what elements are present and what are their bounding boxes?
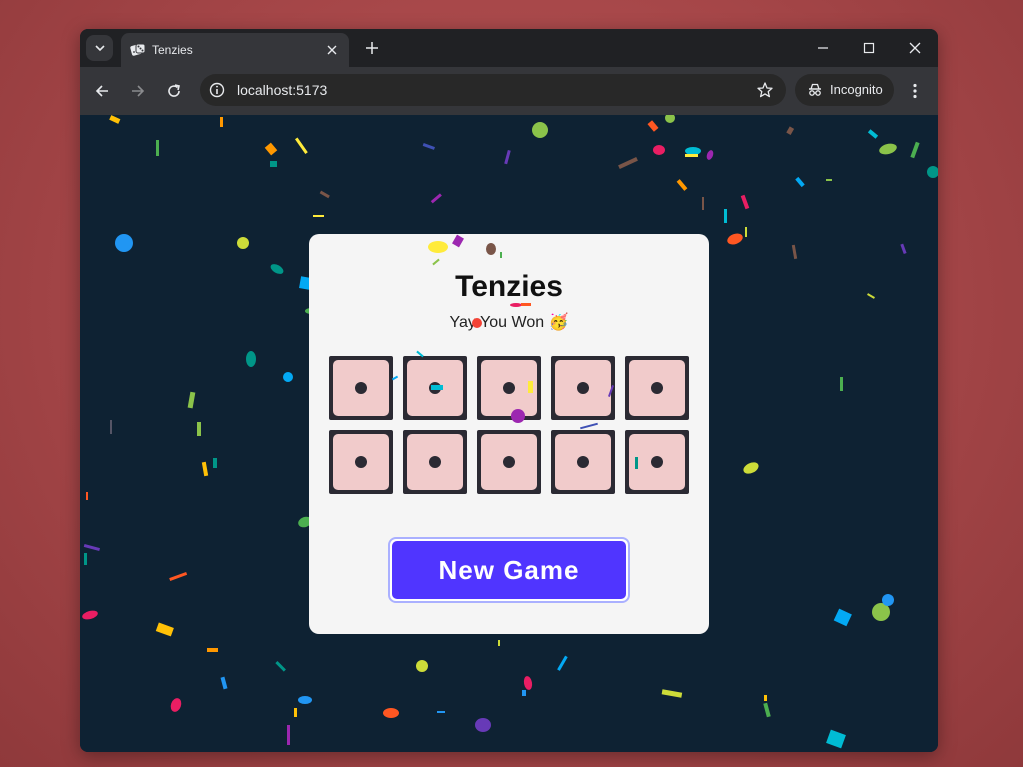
browser-menu-button[interactable] [905, 79, 925, 103]
die-7[interactable] [403, 430, 467, 494]
plus-icon [366, 42, 378, 54]
die-face [555, 434, 611, 490]
die-face [333, 434, 389, 490]
game-card: Tenzies Yay You Won 🥳 New Game [309, 234, 709, 634]
arrow-left-icon [95, 85, 108, 97]
browser-window: Tenzies localhost:5173 Incognito Tenzies… [80, 29, 938, 752]
die-face [481, 434, 537, 490]
die-pip [503, 456, 515, 468]
die-pip [503, 382, 515, 394]
dice-icon [130, 43, 146, 56]
tab-tenzies[interactable]: Tenzies [121, 33, 349, 67]
die-3[interactable] [477, 356, 541, 420]
die-pip [355, 456, 367, 468]
back-button[interactable] [90, 79, 114, 103]
maximize-icon [863, 42, 875, 54]
die-pip [577, 382, 589, 394]
new-game-label[interactable]: New Game [392, 541, 626, 599]
die-5[interactable] [625, 356, 689, 420]
minimize-button[interactable] [800, 29, 846, 67]
die-1[interactable] [329, 356, 393, 420]
tab-strip: Tenzies [80, 29, 938, 67]
tab-search-button[interactable] [86, 35, 113, 61]
chevron-down-icon [94, 45, 105, 52]
die-pip [577, 456, 589, 468]
maximize-button[interactable] [846, 29, 892, 67]
arrow-right-icon [132, 85, 145, 97]
tab-title: Tenzies [152, 43, 193, 57]
die-face [407, 360, 463, 416]
close-icon [909, 42, 921, 54]
new-tab-button[interactable] [362, 38, 382, 58]
incognito-label: Incognito [830, 82, 883, 97]
minimize-icon [818, 47, 828, 49]
die-2[interactable] [403, 356, 467, 420]
win-message: Yay You Won 🥳 [449, 314, 569, 331]
forward-button[interactable] [126, 79, 150, 103]
die-pip [429, 382, 441, 394]
die-8[interactable] [477, 430, 541, 494]
die-face [407, 434, 463, 490]
die-4[interactable] [551, 356, 615, 420]
die-pip [651, 382, 663, 394]
die-pip [651, 456, 663, 468]
die-face [629, 434, 685, 490]
site-info-icon[interactable] [208, 81, 226, 99]
game-title: Tenzies [455, 270, 563, 303]
die-pip [429, 456, 441, 468]
reload-button[interactable] [162, 79, 186, 103]
incognito-icon [809, 83, 821, 96]
die-face [629, 360, 685, 416]
tab-close-icon[interactable] [323, 41, 341, 59]
die-face [481, 360, 537, 416]
die-pip [355, 382, 367, 394]
die-10[interactable] [625, 430, 689, 494]
die-face [333, 360, 389, 416]
reload-icon [168, 84, 180, 97]
incognito-indicator[interactable]: Incognito [795, 74, 894, 106]
close-window-button[interactable] [892, 29, 938, 67]
more-vert-icon [913, 83, 917, 99]
page-viewport: Tenzies Yay You Won 🥳 New Game [80, 115, 938, 752]
new-game-button[interactable]: New Game [388, 537, 630, 603]
dice-grid [329, 356, 689, 494]
url-text[interactable]: localhost:5173 [237, 82, 327, 98]
address-bar[interactable]: localhost:5173 [200, 74, 786, 106]
die-face [555, 360, 611, 416]
die-9[interactable] [551, 430, 615, 494]
bookmark-star-icon[interactable] [756, 81, 774, 99]
browser-toolbar: localhost:5173 Incognito [80, 67, 938, 115]
die-6[interactable] [329, 430, 393, 494]
